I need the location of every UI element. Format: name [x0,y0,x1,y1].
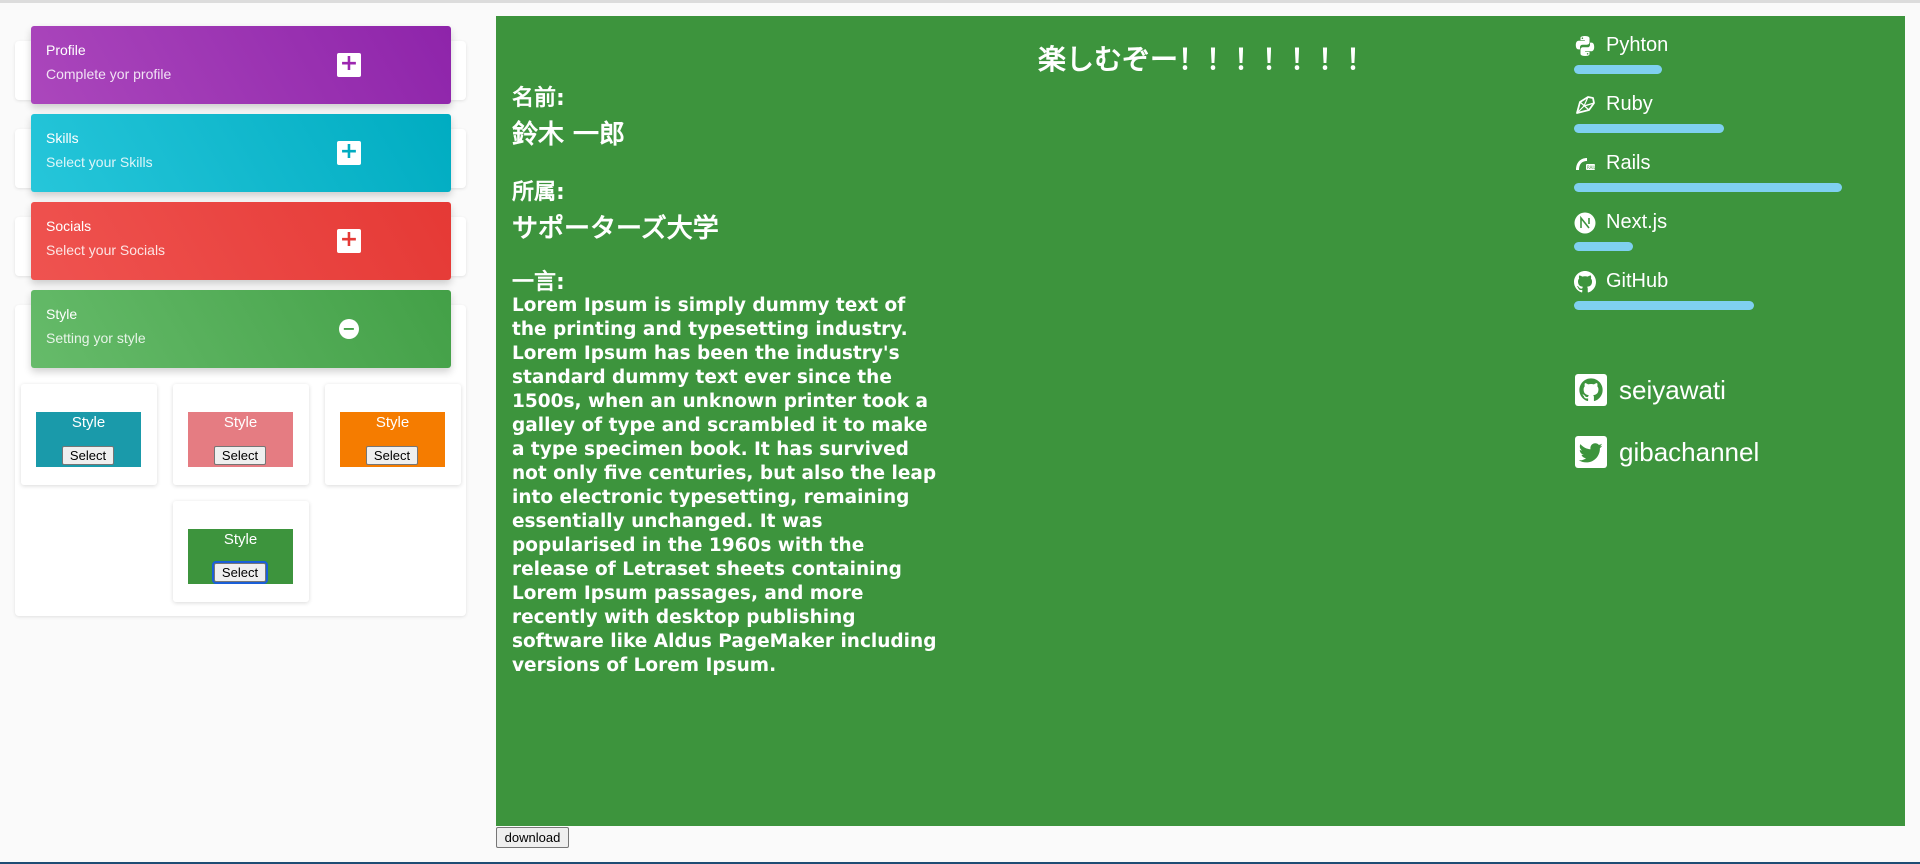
section-subtitle: Setting yor style [46,330,146,346]
socials-section-header[interactable]: Socials Select your Socials + [31,202,451,280]
style-label: Style [375,414,410,431]
twitter-icon [1575,436,1607,468]
skill-name: Ruby [1606,93,1653,115]
github-icon [1575,374,1607,406]
style-swatch: Style Select [340,412,445,467]
affiliation-label: 所属: [512,180,565,205]
style-swatch: Style Select [188,412,293,467]
select-style-button[interactable]: Select [62,446,114,465]
skill-level-bar [1574,124,1724,133]
style-section-header[interactable]: Style Setting yor style − [31,290,451,368]
skills-section-header[interactable]: Skills Select your Skills + [31,114,451,192]
social-username: seiyawati [1619,375,1726,405]
style-label: Style [223,414,258,431]
affiliation-value: サポーターズ大学 [512,214,719,244]
skill-level-bar [1574,65,1662,74]
comment-text: Lorem Ipsum is simply dummy text of the … [512,295,937,676]
name-label: 名前: [512,86,565,111]
style-swatch: Style Select [188,529,293,584]
github-icon [1574,271,1596,293]
section-subtitle: Select your Skills [46,154,153,170]
select-style-button[interactable]: Select [212,561,268,584]
ruby-icon [1576,96,1595,114]
comment-label: 一言: [512,270,565,295]
section-title: Skills [46,130,79,146]
profile-card-preview: 楽しむぞー！！！！！！！ 名前: 鈴木 一郎 所属: サポーターズ大学 一言: … [496,16,1905,826]
section-subtitle: Complete yor profile [46,66,172,82]
style-swatch: Style Select [36,412,141,467]
skill-level-bar [1574,242,1633,251]
skill-level-bar [1574,183,1842,192]
skill-name: Rails [1606,152,1651,174]
section-title: Socials [46,218,92,234]
skill-python: Pyhton [1574,34,1894,74]
style-option-orange: Style Select [325,384,461,485]
rails-icon: RAILS [1576,158,1596,170]
skill-name: Next.js [1606,211,1668,233]
profile-section-header[interactable]: Profile Complete yor profile + [31,26,451,104]
style-label: Style [71,414,106,431]
section-title: Profile [46,42,86,58]
nextjs-icon [1574,212,1596,234]
expand-socials-button[interactable]: + [337,229,361,253]
skill-nextjs: Next.js [1574,211,1894,251]
social-username: gibachannel [1619,437,1760,467]
section-title: Style [46,306,78,322]
style-label: Style [223,531,258,548]
skill-github: GitHub [1574,270,1894,310]
github-icon-glyph [1579,378,1603,402]
style-option-green: Style Select [173,501,309,602]
card-title: 楽しむぞー！！！！！！！ [1037,43,1374,76]
select-style-button[interactable]: Select [366,446,418,465]
select-style-button[interactable]: Select [214,446,266,465]
python-icon [1575,36,1595,56]
style-option-teal: Style Select [21,384,157,485]
skill-ruby: Ruby [1574,93,1894,133]
top-border [0,0,1920,3]
skill-name: GitHub [1606,270,1669,292]
expand-skills-button[interactable]: + [337,141,361,165]
skill-name: Pyhton [1606,34,1669,56]
twitter-icon-glyph [1578,443,1603,463]
section-subtitle: Select your Socials [46,242,166,258]
social-github: seiyawati [1575,374,1895,408]
name-value: 鈴木 一郎 [512,120,626,150]
social-twitter: gibachannel [1575,436,1895,470]
rails-icon-text: RAILS [1587,165,1596,170]
download-button[interactable]: download [496,827,569,848]
skill-level-bar [1574,301,1754,310]
style-option-pink: Style Select [173,384,309,485]
collapse-style-button[interactable]: − [339,319,359,339]
skill-rails: RAILS Rails [1574,152,1894,192]
expand-profile-button[interactable]: + [337,53,361,77]
